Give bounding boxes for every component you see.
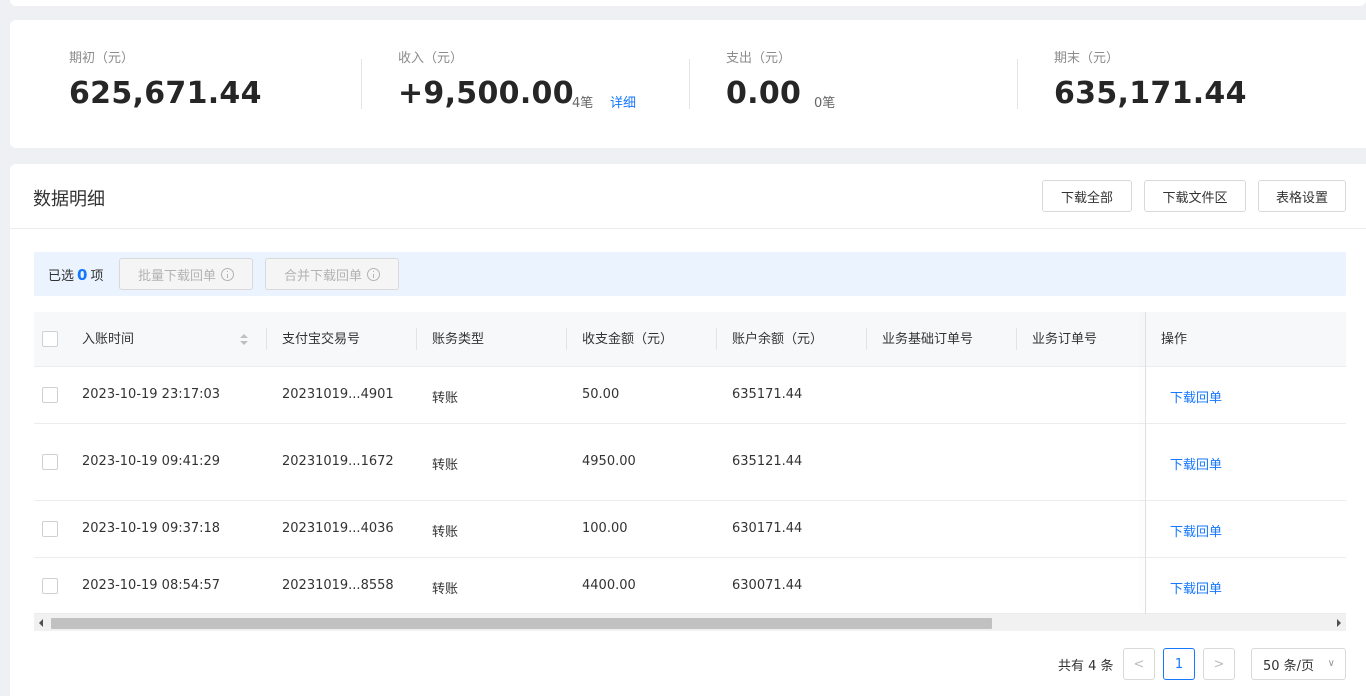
col-separator: [1016, 328, 1017, 350]
cell-balance: 635121.44: [732, 454, 803, 469]
info-icon: [367, 267, 380, 281]
income-detail-link[interactable]: 详细: [610, 92, 636, 111]
page-size-select[interactable]: 50 条/页 ∨: [1251, 648, 1346, 680]
page-1-button[interactable]: 1: [1163, 648, 1195, 680]
cell-type: 转账: [432, 458, 459, 473]
col-header-base-order: 业务基础订单号: [882, 332, 974, 347]
table-row: 2023-10-19 09:37:18 20231019...4036 转账 1…: [34, 501, 1346, 558]
download-file-area-button[interactable]: 下载文件区: [1144, 180, 1246, 212]
table-row: 2023-10-19 08:54:57 20231019...8558 转账 4…: [34, 558, 1346, 614]
row-checkbox[interactable]: [42, 521, 58, 537]
col-header-amount: 收支金额（元）: [582, 332, 674, 347]
row-checkbox[interactable]: [42, 387, 58, 403]
select-all-checkbox[interactable]: [42, 331, 58, 347]
cell-time: 2023-10-19 09:37:18: [82, 521, 221, 536]
cell-trade-no: 20231019...4901: [282, 387, 394, 402]
cell-trade-no: 20231019...4036: [282, 521, 394, 536]
selection-status: 已选 0 项: [48, 265, 103, 284]
cell-type: 转账: [432, 391, 459, 406]
stat-income-count: 4笔: [572, 96, 594, 111]
download-receipt-link[interactable]: 下载回单: [1170, 454, 1222, 473]
cell-time: 2023-10-19 08:54:57: [82, 578, 221, 593]
col-separator: [716, 328, 717, 350]
cell-type: 转账: [432, 525, 459, 540]
stat-divider: [689, 59, 690, 109]
stat-income-label: 收入（元）: [398, 51, 464, 66]
cell-type: 转账: [432, 582, 459, 597]
cell-balance: 635171.44: [732, 387, 803, 402]
selection-count: 0: [77, 266, 88, 284]
col-header-balance: 账户余额（元）: [732, 332, 824, 347]
stat-expense-value: 0.00: [726, 76, 802, 111]
stat-opening-label: 期初（元）: [69, 51, 135, 66]
table-header: 入账时间 支付宝交易号 账务类型 收支金额（元） 账户余额（元） 业务基础订单号…: [34, 312, 1346, 367]
summary-card: 期初（元） 625,671.44 收入（元） +9,500.00 4笔 详细 支…: [10, 20, 1366, 148]
download-receipt-link[interactable]: 下载回单: [1170, 521, 1222, 540]
selection-prefix: 已选: [48, 269, 75, 284]
chevron-right-icon: >: [1213, 656, 1225, 672]
selection-suffix: 项: [90, 269, 104, 284]
download-receipt-link[interactable]: 下载回单: [1170, 578, 1222, 597]
table-settings-button[interactable]: 表格设置: [1258, 180, 1346, 212]
info-icon: [221, 267, 234, 281]
data-detail-panel: 数据明细 下载全部 下载文件区 表格设置 已选 0 项 批量下载回单 合并下载回单 …: [10, 164, 1366, 696]
download-all-button[interactable]: 下载全部: [1042, 180, 1132, 212]
merge-download-receipt-button[interactable]: 合并下载回单: [265, 258, 399, 290]
scroll-right-icon[interactable]: [1337, 619, 1341, 627]
panel-title: 数据明细: [33, 189, 105, 210]
stat-expense-count: 0笔: [814, 96, 836, 111]
col-header-type: 账务类型: [432, 332, 485, 347]
panel-divider: [10, 228, 1366, 229]
cell-amount: 4950.00: [582, 454, 636, 469]
scrollbar-thumb[interactable]: [51, 618, 992, 629]
prev-page-button[interactable]: <: [1123, 648, 1155, 680]
col-header-action: 操作: [1161, 332, 1188, 347]
next-page-button[interactable]: >: [1203, 648, 1235, 680]
col-header-order: 业务订单号: [1032, 332, 1098, 347]
cell-balance: 630171.44: [732, 521, 803, 536]
top-card-edge: [10, 0, 1366, 6]
merge-download-label: 合并下载回单: [283, 268, 362, 284]
table-row: 2023-10-19 23:17:03 20231019...4901 转账 5…: [34, 367, 1346, 424]
stat-closing-label: 期末（元）: [1054, 51, 1120, 66]
col-separator: [416, 328, 417, 350]
cell-amount: 50.00: [582, 387, 620, 402]
stat-divider: [1017, 59, 1018, 109]
stat-divider: [361, 59, 362, 109]
col-header-trade-no: 支付宝交易号: [282, 332, 361, 347]
stat-income-value: +9,500.00: [398, 76, 574, 111]
chevron-down-icon: ∨: [1327, 658, 1335, 669]
chevron-left-icon: <: [1133, 656, 1145, 672]
cell-balance: 630071.44: [732, 578, 803, 593]
cell-amount: 4400.00: [582, 578, 636, 593]
cell-time: 2023-10-19 09:41:29: [82, 454, 221, 469]
cell-trade-no: 20231019...8558: [282, 578, 394, 593]
page-size-value: 50 条/页: [1263, 658, 1315, 674]
horizontal-scrollbar[interactable]: [34, 614, 1346, 631]
cell-time: 2023-10-19 23:17:03: [82, 387, 221, 402]
cell-trade-no: 20231019...1672: [282, 454, 394, 469]
batch-download-label: 批量下载回单: [137, 268, 216, 284]
fixed-column-divider: [1145, 312, 1146, 614]
stat-closing-value: 635,171.44: [1054, 76, 1247, 111]
batch-download-receipt-button[interactable]: 批量下载回单: [119, 258, 253, 290]
col-separator: [566, 328, 567, 350]
download-receipt-link[interactable]: 下载回单: [1170, 387, 1222, 406]
stat-opening-value: 625,671.44: [69, 76, 262, 111]
scroll-left-icon[interactable]: [39, 619, 43, 627]
col-separator: [266, 328, 267, 350]
row-checkbox[interactable]: [42, 578, 58, 594]
cell-amount: 100.00: [582, 521, 628, 536]
transactions-table: 入账时间 支付宝交易号 账务类型 收支金额（元） 账户余额（元） 业务基础订单号…: [34, 312, 1346, 614]
row-checkbox[interactable]: [42, 454, 58, 470]
sort-icon[interactable]: [240, 334, 248, 346]
col-separator: [866, 328, 867, 350]
col-header-time: 入账时间: [82, 332, 135, 347]
table-row: 2023-10-19 09:41:29 20231019...1672 转账 4…: [34, 424, 1346, 501]
pagination-total: 共有 4 条: [1058, 659, 1114, 674]
stat-expense-label: 支出（元）: [726, 51, 792, 66]
selection-bar: 已选 0 项 批量下载回单 合并下载回单: [34, 252, 1346, 296]
